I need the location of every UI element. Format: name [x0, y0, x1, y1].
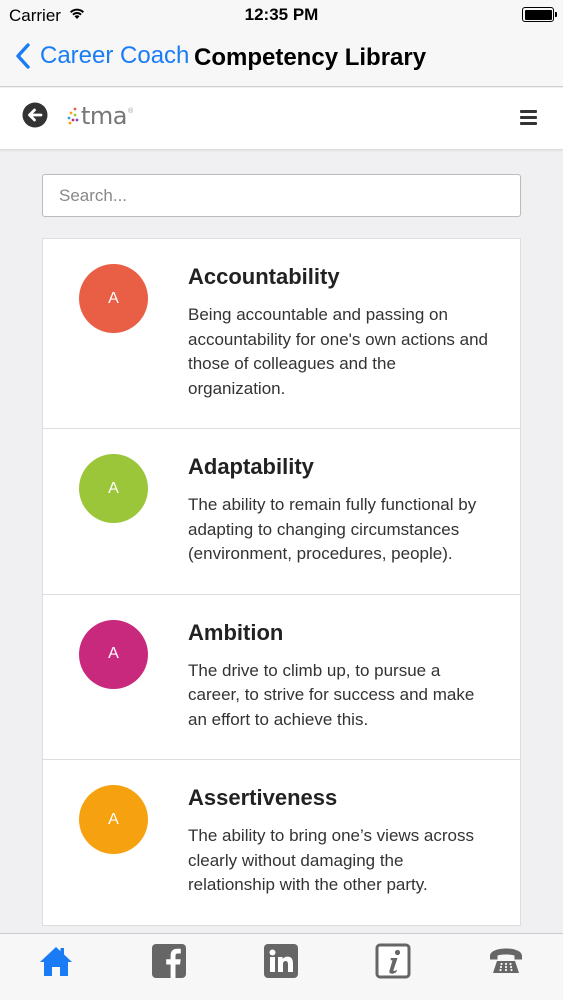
search-input[interactable] — [42, 174, 521, 217]
home-icon — [40, 947, 72, 976]
tma-logo: tma ® — [66, 101, 133, 131]
tab-phone[interactable] — [488, 943, 524, 979]
facebook-icon — [152, 944, 186, 978]
competency-list: A Accountability Being accountable and p… — [42, 238, 521, 926]
list-item[interactable]: A Assertiveness The ability to bring one… — [43, 760, 520, 925]
list-item[interactable]: A Accountability Being accountable and p… — [43, 239, 520, 429]
app-header: tma ® — [0, 88, 563, 150]
competency-name: Assertiveness — [188, 785, 338, 810]
logo-dots-icon — [67, 107, 79, 125]
logo-text: tma — [81, 102, 128, 130]
competency-name: Ambition — [188, 619, 284, 645]
list-item[interactable]: A Adaptability The ability to remain ful… — [43, 429, 520, 595]
hamburger-menu-icon[interactable] — [520, 110, 537, 125]
linkedin-icon — [264, 944, 298, 978]
competency-description: The drive to climb up, to pursue a caree… — [188, 660, 475, 729]
competency-description: The ability to bring one’s views across … — [188, 826, 474, 894]
competency-description: Being accountable and passing on account… — [188, 305, 488, 398]
avatar: A — [79, 264, 148, 333]
content-area: A Accountability Being accountable and p… — [0, 150, 563, 933]
battery-icon — [522, 7, 557, 22]
navigation-bar: Career Coach Competency Library — [0, 30, 563, 87]
avatar: A — [79, 785, 148, 854]
avatar: A — [79, 619, 148, 689]
tab-facebook[interactable] — [151, 943, 187, 979]
info-icon — [375, 943, 411, 979]
back-button[interactable]: Career Coach — [14, 42, 189, 70]
arrow-left-circle-icon[interactable] — [22, 102, 48, 128]
list-item[interactable]: A Ambition The drive to climb up, to pur… — [43, 595, 520, 760]
back-button-label: Career Coach — [40, 42, 190, 69]
tab-linkedin[interactable] — [263, 943, 299, 979]
page-title: Competency Library — [194, 44, 427, 71]
logo-trademark: ® — [128, 107, 134, 115]
avatar: A — [79, 454, 148, 523]
chevron-left-icon — [16, 43, 30, 69]
tab-info[interactable] — [375, 943, 411, 979]
clock: 12:35 PM — [244, 5, 319, 24]
status-bar: Carrier 12:35 PM — [0, 0, 563, 30]
competency-name: Accountability — [188, 264, 340, 289]
competency-description: The ability to remain fully functional b… — [188, 495, 477, 563]
phone-icon — [490, 948, 522, 973]
tab-home[interactable] — [38, 943, 74, 979]
tab-bar — [0, 933, 563, 1000]
competency-name: Adaptability — [188, 454, 314, 479]
